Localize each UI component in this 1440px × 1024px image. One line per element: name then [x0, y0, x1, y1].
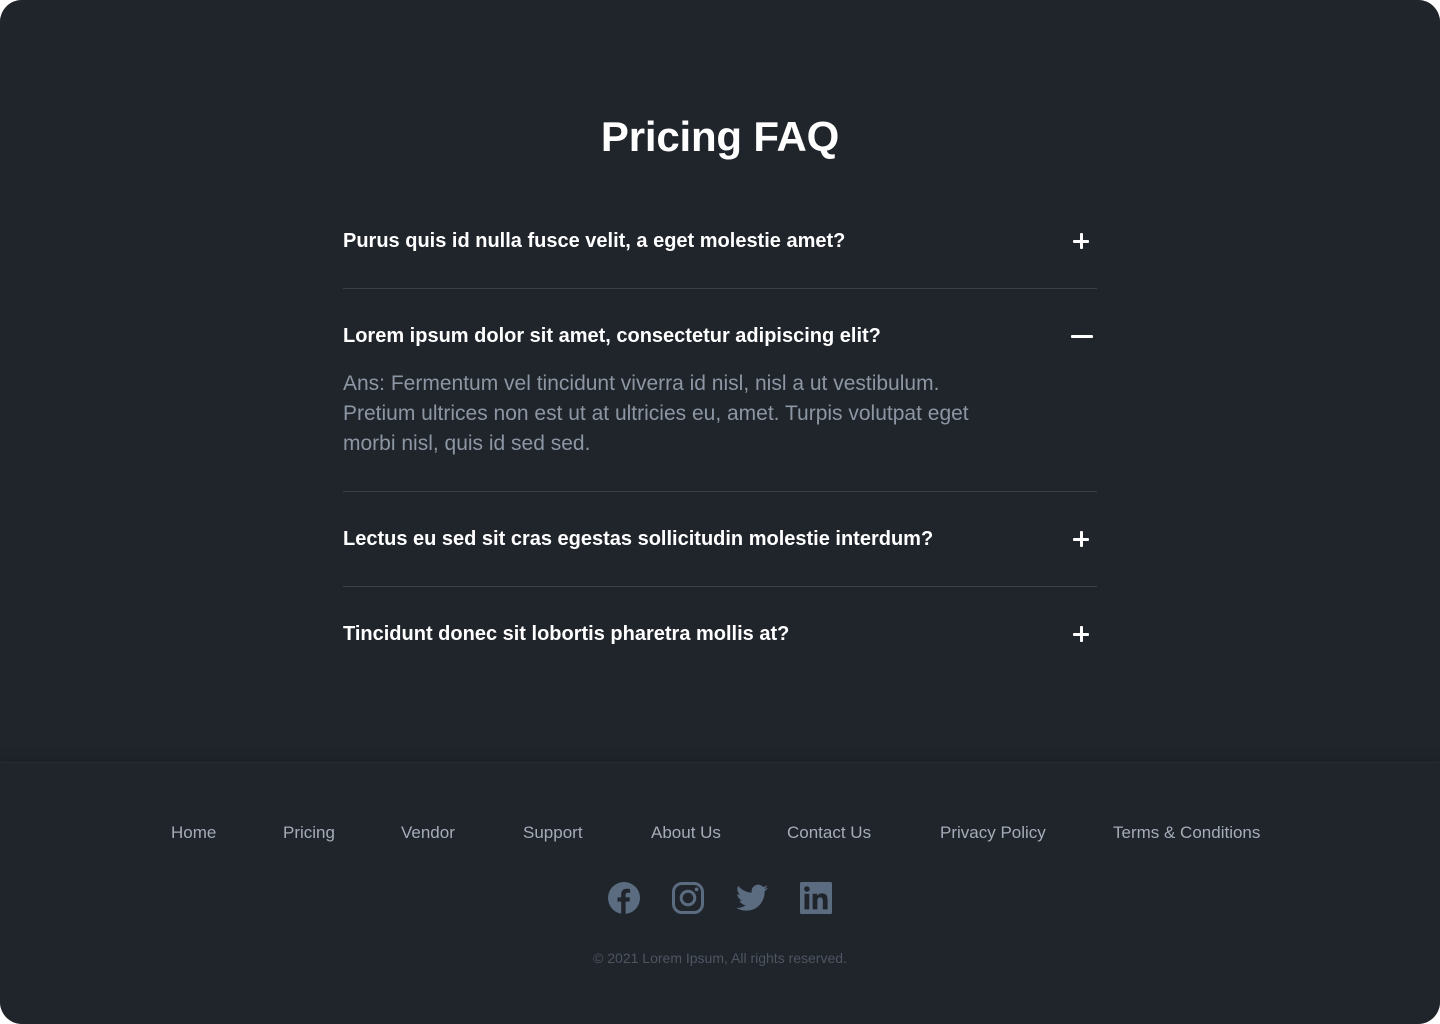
- faq-list: Purus quis id nulla fusce velit, a eget …: [343, 194, 1097, 681]
- linkedin-icon[interactable]: [800, 881, 832, 915]
- faq-question-toggle[interactable]: Lorem ipsum dolor sit amet, consectetur …: [343, 289, 1097, 383]
- faq-item: Tincidunt donec sit lobortis pharetra mo…: [343, 587, 1097, 681]
- facebook-icon[interactable]: [608, 881, 640, 915]
- plus-icon[interactable]: [1071, 231, 1091, 251]
- plus-icon[interactable]: [1071, 624, 1091, 644]
- faq-title: Pricing FAQ: [600, 113, 840, 160]
- footer-link-pricing[interactable]: Pricing: [283, 821, 401, 845]
- copyright-text: © 2021 Lorem Ipsum, All rights reserved.: [593, 950, 847, 966]
- faq-item: Purus quis id nulla fusce velit, a eget …: [343, 194, 1097, 289]
- instagram-icon[interactable]: [672, 881, 704, 915]
- faq-question: Purus quis id nulla fusce velit, a eget …: [343, 230, 846, 252]
- plus-icon[interactable]: [1071, 529, 1091, 549]
- footer-link-about-us[interactable]: About Us: [651, 821, 787, 845]
- faq-item: Lectus eu sed sit cras egestas sollicitu…: [343, 492, 1097, 587]
- faq-answer: Ans: Fermentum vel tincidunt viverra id …: [343, 372, 969, 455]
- footer-nav: Home Pricing Vendor Support About Us Con…: [171, 821, 1260, 845]
- footer: Home Pricing Vendor Support About Us Con…: [0, 762, 1440, 1024]
- footer-link-support[interactable]: Support: [523, 821, 651, 845]
- twitter-icon[interactable]: [736, 881, 768, 915]
- faq-question-toggle[interactable]: Lectus eu sed sit cras egestas sollicitu…: [343, 492, 1097, 586]
- page-frame: Pricing FAQ Purus quis id nulla fusce ve…: [0, 0, 1440, 1024]
- footer-link-home[interactable]: Home: [171, 821, 283, 845]
- faq-section: Pricing FAQ Purus quis id nulla fusce ve…: [0, 0, 1440, 762]
- faq-question-toggle[interactable]: Tincidunt donec sit lobortis pharetra mo…: [343, 587, 1097, 681]
- faq-question-toggle[interactable]: Purus quis id nulla fusce velit, a eget …: [343, 194, 1097, 288]
- footer-link-contact-us[interactable]: Contact Us: [787, 821, 940, 845]
- faq-question: Lorem ipsum dolor sit amet, consectetur …: [343, 325, 881, 347]
- footer-link-privacy-policy[interactable]: Privacy Policy: [940, 821, 1113, 845]
- faq-question: Tincidunt donec sit lobortis pharetra mo…: [343, 623, 790, 645]
- minus-icon[interactable]: [1071, 326, 1093, 346]
- social-links: [0, 881, 1440, 915]
- faq-item: Lorem ipsum dolor sit amet, consectetur …: [343, 289, 1097, 492]
- footer-link-terms-conditions[interactable]: Terms & Conditions: [1113, 821, 1260, 845]
- faq-question: Lectus eu sed sit cras egestas sollicitu…: [343, 528, 934, 550]
- footer-link-vendor[interactable]: Vendor: [401, 821, 523, 845]
